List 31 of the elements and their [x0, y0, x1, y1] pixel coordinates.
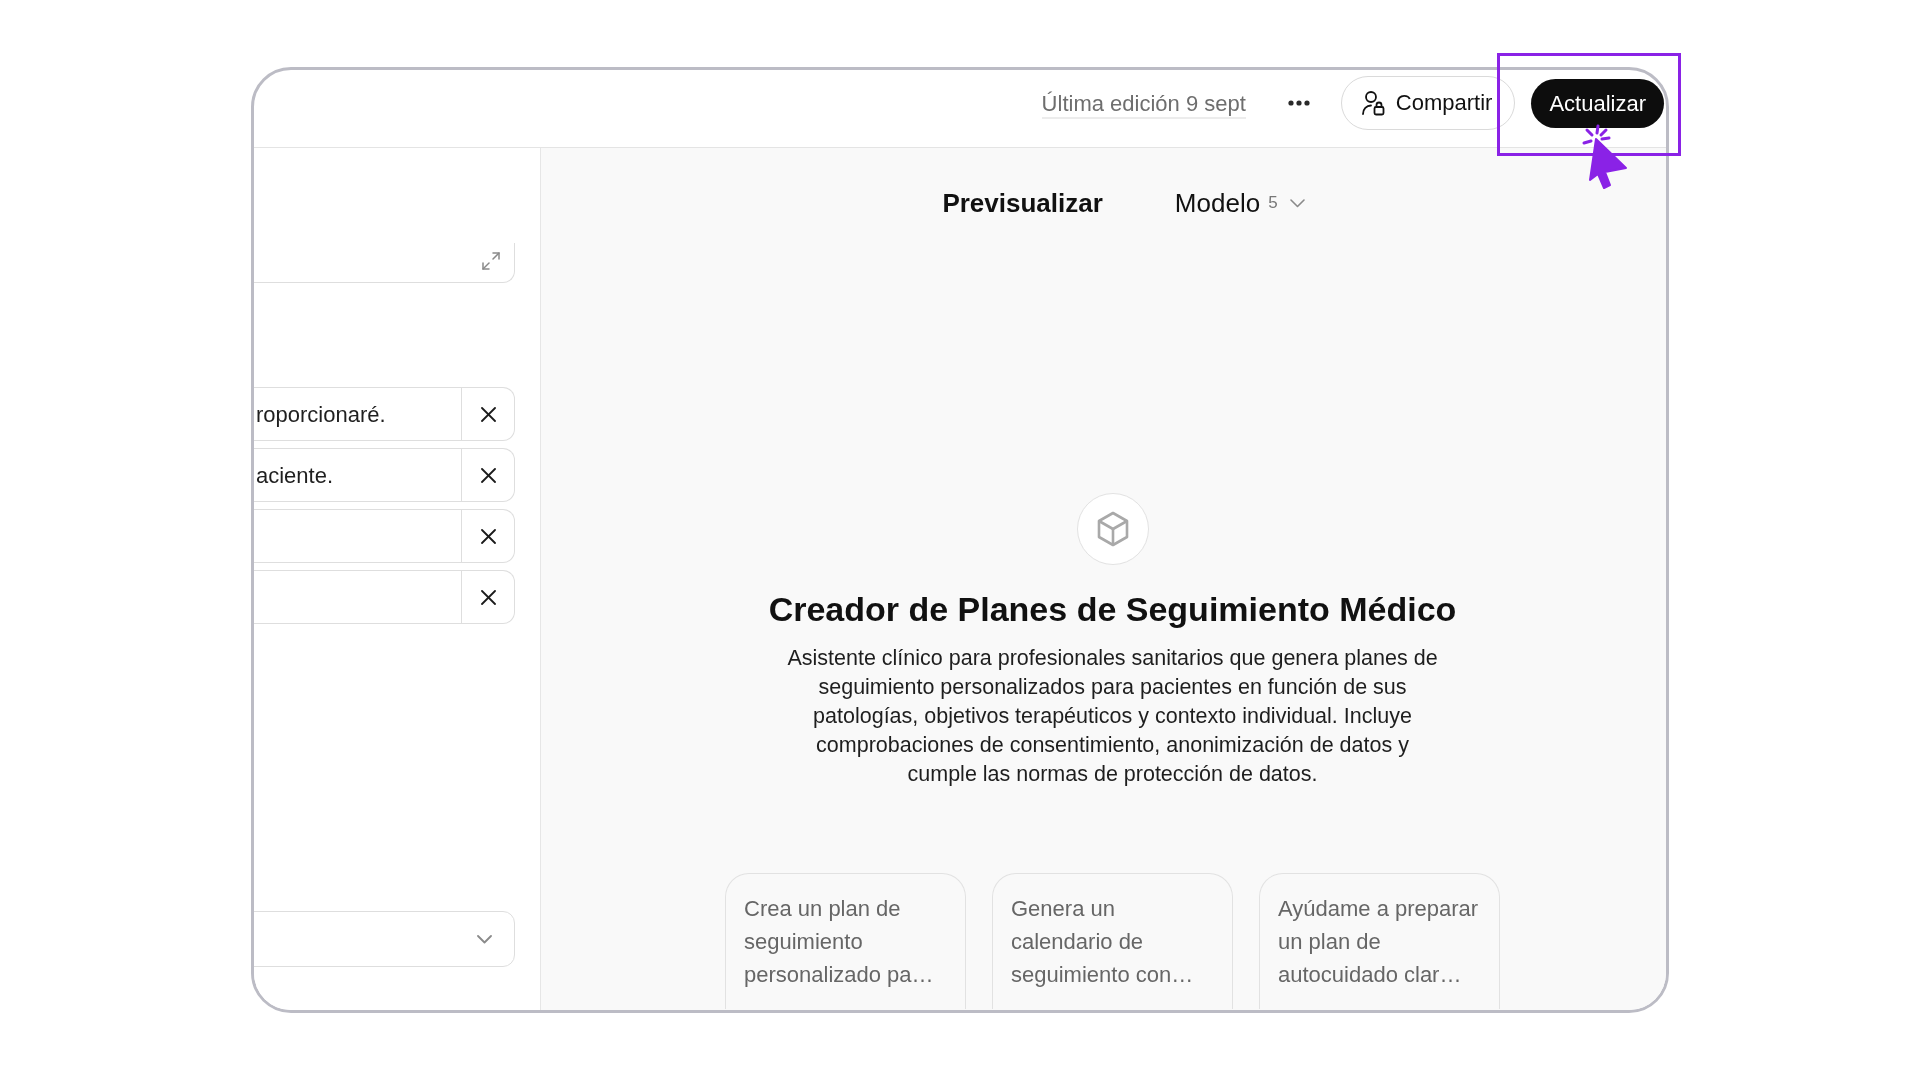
- share-button[interactable]: Compartir: [1340, 75, 1516, 130]
- user-lock-icon: [1360, 89, 1385, 116]
- suggestion-button[interactable]: Ayúdame a preparar un plan de autocuidado clar…: [1259, 873, 1500, 1009]
- tab[interactable]: Previsualizar: [942, 183, 1103, 223]
- list-item-field[interactable]: [254, 509, 462, 563]
- expand-icon[interactable]: [482, 252, 500, 270]
- count-label: 5: [1268, 192, 1278, 215]
- remove-button[interactable]: [462, 448, 515, 502]
- list-item-field[interactable]: [254, 570, 462, 624]
- last-edited-text: Última edición 9 sept: [1041, 89, 1246, 119]
- cube-icon: [1076, 493, 1149, 565]
- chevron-down-icon: [477, 934, 492, 944]
- app-description: Asistente clínico para profesionales sanitarios que genera planes de seguimiento personalizados para pacientes en función de sus patologías, objetivos terapéuticos y contexto individual. Incluye comprobaciones de consentimiento, anonimización de datos y cumple las normas de protección de datos.: [786, 645, 1439, 788]
- select-field[interactable]: [254, 911, 515, 967]
- list-item-field[interactable]: aciente.: [254, 448, 462, 502]
- tab[interactable]: Modelo 5: [1174, 183, 1305, 223]
- click-cursor-icon: [1580, 122, 1628, 192]
- remove-button[interactable]: [462, 387, 515, 441]
- remove-button[interactable]: [462, 509, 515, 563]
- close-icon: [480, 467, 496, 483]
- suggestion-button[interactable]: Crea un plan de seguimiento personalizado pa…: [725, 873, 966, 1009]
- close-icon: [480, 528, 496, 544]
- update-button[interactable]: Actualizar: [1531, 78, 1664, 128]
- list-item-field[interactable]: roporcionaré.: [254, 387, 462, 441]
- remove-button[interactable]: [462, 570, 515, 624]
- close-icon: [480, 589, 496, 605]
- more-icon[interactable]: [1287, 99, 1310, 106]
- suggestion-button[interactable]: Genera un calendario de seguimiento con…: [992, 873, 1233, 1009]
- text-area-field[interactable]: [254, 243, 515, 283]
- close-icon: [480, 406, 496, 422]
- app-title: Creador de Planes de Seguimiento Médico: [768, 589, 1457, 630]
